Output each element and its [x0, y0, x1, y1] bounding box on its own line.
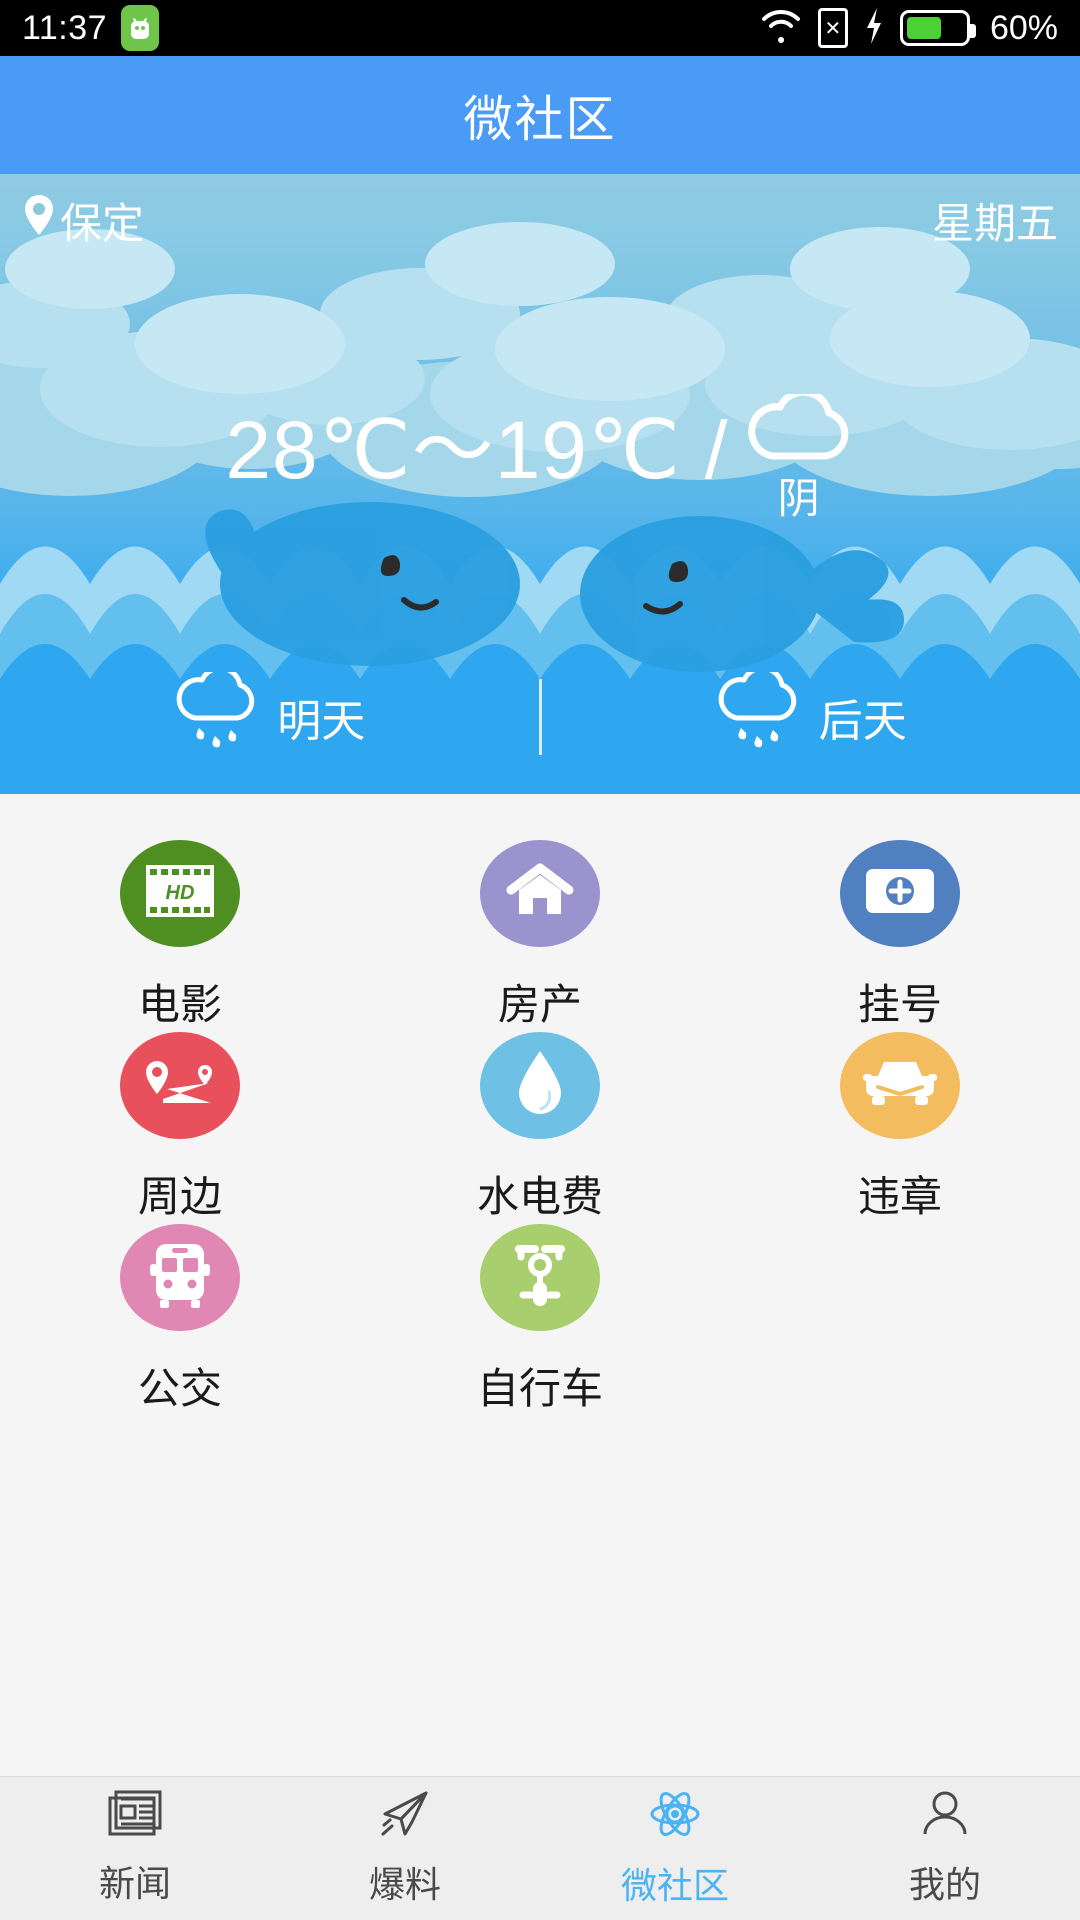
service-icon-bg [120, 1032, 240, 1139]
service-grid: HD 电影 房产 挂号 周边 水电费 违章 公交 自行车 [0, 794, 1080, 1774]
forecast-label: 明天 [277, 697, 366, 746]
status-icons: ✕ 60% [760, 6, 1058, 51]
forecast-label: 后天 [818, 697, 907, 746]
service-icon-bg [479, 1224, 600, 1331]
svg-text:HD: HD [166, 882, 195, 904]
newspaper-icon [108, 1790, 162, 1843]
car-front-icon [862, 1054, 938, 1117]
service-item-violation[interactable]: 违章 [840, 1032, 960, 1224]
weather-banner[interactable]: 保定 星期五 28℃～19℃ / 阴 明天 后天 [0, 174, 1080, 794]
condition-label: 阴 [777, 475, 820, 522]
status-bar: 11:37 ✕ 60% [0, 0, 1080, 56]
rain-cloud-icon [715, 665, 801, 763]
temperature-range: 28℃～19℃ / [225, 405, 729, 496]
forecast-row: 明天 后天 [0, 662, 1080, 772]
bottom-tab-bar: 新闻 爆料 微社区 我的 [0, 1776, 1080, 1920]
bus-icon [148, 1240, 212, 1315]
service-item-realestate[interactable]: 房产 [480, 840, 600, 1032]
cloud-icon [743, 388, 855, 471]
service-icon-bg: HD [120, 840, 240, 947]
sim-x-icon: ✕ [817, 8, 848, 48]
condition: 阴 [743, 388, 855, 526]
person-icon [920, 1789, 970, 1844]
page-title: 微社区 [463, 92, 617, 147]
app-title-bar: 微社区 [0, 56, 1080, 174]
tab-community[interactable]: 微社区 [540, 1777, 810, 1920]
app-root: 11:37 ✕ 60% 微社区 保定 星期五 28℃～19℃ / 阴 明天 后天… [0, 0, 1080, 1920]
service-label: 挂号 [857, 981, 942, 1028]
battery-percent: 60% [989, 8, 1058, 47]
service-label: 水电费 [476, 1173, 603, 1220]
service-label: 自行车 [476, 1365, 603, 1412]
service-label: 违章 [857, 1173, 942, 1220]
paper-plane-icon [379, 1789, 431, 1844]
battery-icon [899, 10, 976, 46]
map-route-icon [143, 1055, 217, 1116]
tab-tipoff[interactable]: 爆料 [270, 1777, 540, 1920]
tab-label: 新闻 [98, 1863, 171, 1904]
status-time: 11:37 [22, 8, 108, 47]
service-icon-bg [120, 1224, 240, 1331]
service-item-bicycle[interactable]: 自行车 [477, 1224, 603, 1416]
service-item-movie[interactable]: HD 电影 [120, 840, 240, 1032]
android-robot-icon [121, 5, 160, 51]
location-pin-icon [22, 193, 60, 247]
service-label: 公交 [137, 1365, 222, 1412]
tab-label: 微社区 [620, 1865, 729, 1906]
service-item-nearby[interactable]: 周边 [120, 1032, 240, 1224]
film-hd-icon: HD [144, 863, 216, 924]
charging-bolt-icon [864, 6, 884, 51]
weekday-label: 星期五 [931, 199, 1058, 247]
service-label: 电影 [137, 981, 222, 1028]
service-label: 周边 [137, 1173, 222, 1220]
service-label: 房产 [497, 981, 582, 1028]
house-icon [505, 860, 575, 927]
bicycle-icon [509, 1239, 571, 1316]
wifi-icon [760, 9, 802, 48]
rain-cloud-icon [173, 665, 259, 763]
service-item-utilities[interactable]: 水电费 [477, 1032, 603, 1224]
water-drop-icon [515, 1048, 565, 1123]
flower-atom-icon [648, 1788, 702, 1845]
location[interactable]: 保定 [22, 190, 144, 251]
tab-news[interactable]: 新闻 [0, 1777, 270, 1920]
medical-card-icon [864, 867, 936, 920]
forecast-day-after[interactable]: 后天 [542, 665, 1080, 763]
temperature-row: 28℃～19℃ / 阴 [0, 388, 1080, 526]
service-icon-bg [840, 840, 960, 947]
service-icon-bg [480, 840, 600, 947]
service-item-appointment[interactable]: 挂号 [840, 840, 960, 1032]
tab-mine[interactable]: 我的 [810, 1777, 1080, 1920]
tab-label: 爆料 [368, 1864, 441, 1905]
weather-header-row: 保定 星期五 [0, 174, 1080, 266]
forecast-tomorrow[interactable]: 明天 [0, 665, 539, 763]
tab-label: 我的 [908, 1864, 981, 1905]
location-label: 保定 [60, 199, 145, 247]
service-icon-bg [840, 1032, 960, 1139]
service-icon-bg [479, 1032, 600, 1139]
service-item-bus[interactable]: 公交 [120, 1224, 240, 1416]
